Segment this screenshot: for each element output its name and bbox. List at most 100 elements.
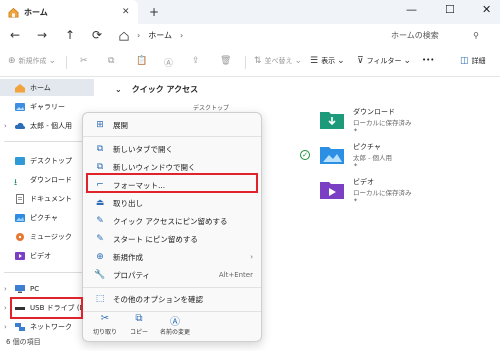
new-tab-button[interactable]: + — [149, 5, 159, 19]
menu-item-pin-start[interactable]: ✎ スタート にピン留めする — [87, 230, 259, 248]
menu-item-more-options[interactable]: ⬚ その他のオプションを確認 — [87, 290, 259, 308]
address-bar: ← → ↑ ⟳ › ホーム › ホームの検索 ⚲ — [0, 24, 500, 47]
maximize-button[interactable]: ☐ — [445, 3, 455, 16]
copy-button[interactable]: ⧉ — [108, 56, 117, 66]
expand-icon: ⊞ — [96, 120, 104, 130]
desktop-icon — [15, 156, 25, 165]
back-button[interactable]: ← — [10, 28, 20, 42]
clipboard-icon: 📋 — [136, 56, 148, 66]
menu-item-properties[interactable]: 🔧 プロパティ Alt+Enter — [87, 266, 259, 284]
menu-item-pin-quick-access[interactable]: ✎ クイック アクセスにピン留めする — [87, 212, 259, 230]
sidebar-item-videos[interactable]: ビデオ ✦ — [0, 247, 94, 264]
chevron-right-icon[interactable]: › — [4, 122, 14, 130]
pictures-icon — [15, 213, 25, 222]
menu-item-eject[interactable]: ⏏ 取り出し — [87, 194, 259, 212]
pin-icon: ✦ — [353, 127, 359, 134]
quick-access-item-videos[interactable]: ビデオ ローカルに保存済み ✦ — [319, 175, 459, 209]
sidebar-item-downloads[interactable]: ⭳ ダウンロード ✦ — [0, 171, 94, 188]
download-icon: ⭳ — [14, 177, 18, 188]
quick-access-item-downloads[interactable]: ダウンロード ローカルに保存済み ✦ — [319, 105, 459, 139]
close-window-button[interactable]: ✕ — [482, 3, 491, 16]
music-icon — [16, 232, 24, 241]
new-button[interactable]: ⊕ 新規作成 ⌄ — [8, 56, 59, 66]
quick-access-item-pictures[interactable]: ピクチャ 太郎 - 個人用 ✦ — [319, 140, 459, 174]
rename-button[interactable]: Ⓐ — [164, 56, 176, 69]
tab-home[interactable]: ホーム ✕ — [0, 0, 138, 24]
more-options-icon: ⬚ — [95, 294, 105, 304]
new-tab-icon: ⧉ — [96, 144, 104, 154]
sidebar-item-pictures[interactable]: ピクチャ ✦ — [0, 209, 94, 226]
refresh-button[interactable]: ⟳ — [92, 28, 102, 42]
trash-icon: 🗑 — [220, 56, 232, 66]
share-button[interactable]: ⇪ — [192, 56, 203, 66]
sidebar-item-pc[interactable]: › PC — [0, 280, 94, 297]
details-pane-button[interactable]: ◫ 詳細 — [460, 56, 486, 66]
quick-access-header[interactable]: ⌄ クイック アクセス — [115, 84, 198, 95]
copy-action[interactable]: ⧉ コピー — [121, 313, 157, 341]
pin-icon: ✎ — [96, 216, 104, 226]
menu-quick-actions: ✂ 切り取り ⧉ コピー Ⓐ 名前の変更 — [83, 312, 261, 342]
network-icon — [15, 322, 25, 331]
chevron-down-icon: ⌄ — [48, 56, 57, 66]
filter-button[interactable]: ⊽ フィルター ⌄ — [357, 56, 414, 66]
sidebar-divider — [4, 141, 90, 142]
eject-icon: ⏏ — [95, 198, 105, 208]
up-button[interactable]: ↑ — [65, 28, 75, 42]
chevron-down-icon: ⌄ — [294, 56, 303, 66]
delete-button[interactable]: 🗑 — [220, 56, 234, 66]
search-placeholder: ホームの検索 — [391, 31, 439, 40]
command-bar: ⊕ 新規作成 ⌄ ✂ ⧉ 📋 Ⓐ ⇪ 🗑 ⇅ 並べ替え ⌄ ☰ 表示 ⌄ ⊽ フ… — [0, 47, 500, 77]
chevron-down-icon: ⌄ — [403, 56, 412, 66]
menu-item-new[interactable]: ⊕ 新規作成 › — [87, 248, 259, 266]
menu-item-expand[interactable]: ⊞ 展開 — [87, 116, 259, 134]
sidebar-item-network[interactable]: › ネットワーク — [0, 318, 94, 335]
new-window-icon: ⧉ — [96, 162, 104, 172]
pin-icon: ✎ — [96, 234, 104, 244]
plus-circle-icon: ⊕ — [96, 252, 104, 262]
minimize-button[interactable]: — — [406, 3, 417, 16]
sidebar-item-documents[interactable]: ドキュメント ✦ — [0, 190, 94, 207]
sidebar-item-desktop[interactable]: デスクトップ ✦ — [0, 152, 94, 169]
cloud-icon — [14, 122, 26, 129]
wrench-icon: 🔧 — [94, 270, 106, 280]
breadcrumb-item[interactable]: ホーム — [148, 30, 172, 41]
cut-action[interactable]: ✂ 切り取り — [87, 313, 123, 341]
breadcrumb[interactable]: › ホーム › — [119, 27, 372, 44]
sidebar-divider — [4, 272, 90, 273]
chevron-right-icon: › — [250, 253, 253, 261]
scissors-icon: ✂ — [100, 313, 110, 324]
menu-divider — [83, 287, 261, 288]
sort-button[interactable]: ⇅ 並べ替え ⌄ — [254, 56, 305, 66]
sidebar-item-onedrive[interactable]: › 太郎 - 個人用 — [0, 117, 94, 134]
chevron-right-icon[interactable]: › — [4, 285, 14, 293]
title-bar: ホーム ✕ + — ☐ ✕ — [0, 0, 500, 24]
usb-drive-highlight-box — [10, 297, 83, 319]
sidebar-item-home[interactable]: ホーム — [0, 79, 94, 96]
menu-item-open-new-tab[interactable]: ⧉ 新しいタブで開く — [87, 140, 259, 158]
chevron-right-icon[interactable]: › — [4, 323, 14, 331]
synced-check-icon: ✓ — [300, 150, 310, 160]
search-input[interactable]: ホームの検索 ⚲ — [383, 27, 487, 44]
format-highlight-box — [86, 173, 258, 193]
tab-close-icon[interactable]: ✕ — [122, 7, 130, 17]
cut-button[interactable]: ✂ — [80, 56, 91, 66]
plus-circle-icon: ⊕ — [8, 56, 16, 66]
rename-action[interactable]: Ⓐ 名前の変更 — [157, 313, 193, 341]
scissors-icon: ✂ — [80, 56, 88, 66]
rename-icon: Ⓐ — [164, 59, 174, 69]
pin-icon: ✦ — [353, 197, 359, 204]
more-options-button[interactable]: ••• — [422, 56, 434, 64]
breadcrumb-separator-icon: › — [137, 31, 141, 40]
view-button[interactable]: ☰ 表示 ⌄ — [310, 56, 348, 66]
filter-icon: ⊽ — [357, 56, 364, 66]
sort-icon: ⇅ — [254, 56, 262, 66]
toolbar-divider — [245, 56, 246, 69]
rename-icon: Ⓐ — [170, 317, 180, 328]
sidebar-item-gallery[interactable]: ギャラリー — [0, 98, 94, 115]
forward-button[interactable]: → — [37, 28, 47, 42]
chevron-down-icon: ⌄ — [337, 56, 345, 66]
copy-icon: ⧉ — [108, 56, 115, 66]
paste-button[interactable]: 📋 — [136, 56, 150, 66]
sidebar-item-music[interactable]: ミュージック ✦ — [0, 228, 94, 245]
breadcrumb-separator-icon: › — [179, 31, 184, 40]
